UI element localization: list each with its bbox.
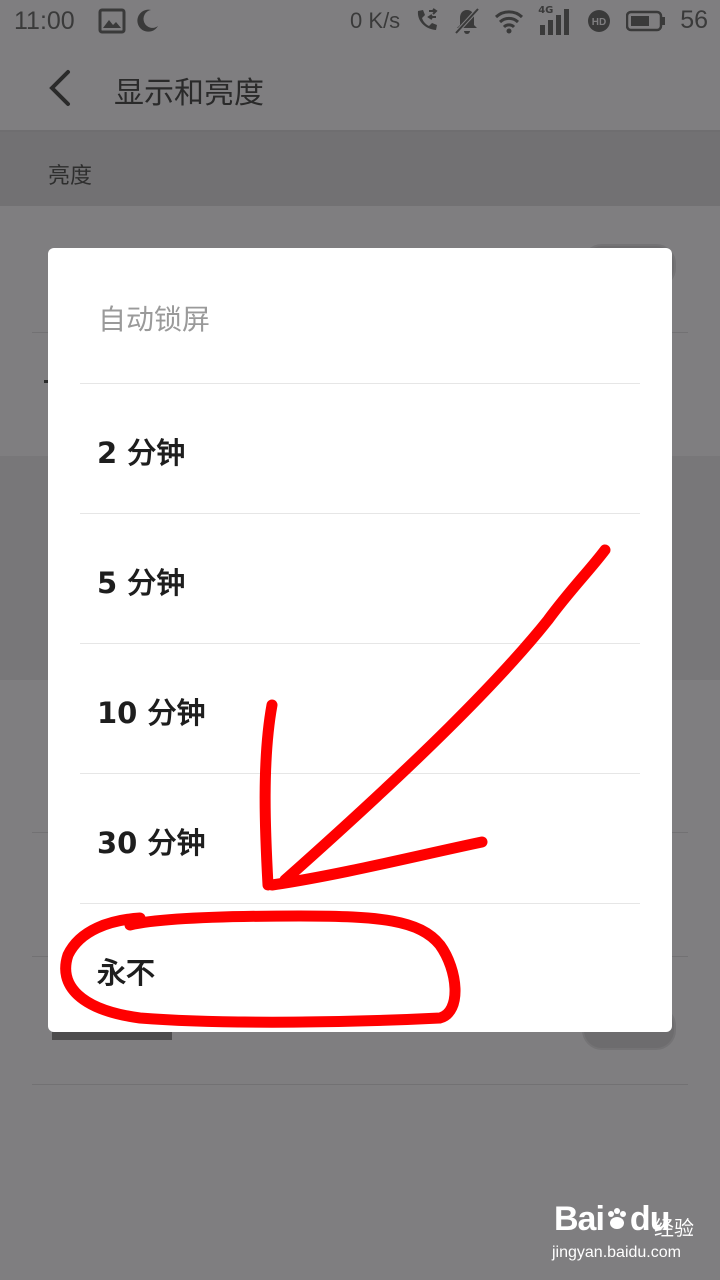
dialog-title: 自动锁屏 [98,303,211,336]
option-never[interactable]: 永不 [80,903,640,1032]
hd-icon: HD [588,9,611,32]
option-10-minutes[interactable]: 10 分钟 [80,643,640,772]
baidu-jingyan-watermark: Bai du 经验 jingyan.baidu.com [548,1196,708,1270]
call-transfer-icon [418,7,438,30]
option-label: 5 分钟 [97,566,186,600]
option-30-minutes[interactable]: 30 分钟 [80,773,640,902]
option-label: 30 分钟 [97,826,206,860]
list-item-fragment [52,1032,172,1040]
image-icon [98,8,126,34]
option-label: 10 分钟 [97,696,206,730]
status-time: 11:00 [14,7,75,35]
wifi-icon [495,9,524,33]
option-2-minutes[interactable]: 2 分钟 [80,383,640,512]
section-header-label: 亮度 [48,164,93,189]
watermark-cn: 经验 [654,1216,694,1240]
paw-icon [607,1208,626,1229]
bell-muted-icon [454,7,480,34]
list-divider [32,1084,688,1085]
svg-text:HD: HD [592,17,606,28]
section-header-brightness: 亮度 [0,132,720,206]
net-speed: 0 K/s [350,7,401,33]
watermark-url: jingyan.baidu.com [552,1244,681,1261]
moon-icon [137,9,158,32]
status-bar: 11:00 0 K/s 4G HD 56 [0,0,720,44]
page-title: 显示和亮度 [114,76,264,111]
app-bar: 显示和亮度 [0,44,720,132]
watermark-brand: Bai du [554,1200,670,1239]
chevron-left-icon[interactable] [38,66,82,110]
signal-icon: 4G [538,5,572,35]
battery-level: 56 [680,6,708,34]
battery-icon [626,10,666,31]
option-label: 2 分钟 [97,436,186,470]
option-5-minutes[interactable]: 5 分钟 [80,513,640,642]
watermark-brand-bai: Bai [554,1200,605,1238]
option-label: 永不 [97,956,156,990]
auto-lock-dialog: 自动锁屏 2 分钟 5 分钟 10 分钟 30 分钟 永不 [48,248,672,1032]
